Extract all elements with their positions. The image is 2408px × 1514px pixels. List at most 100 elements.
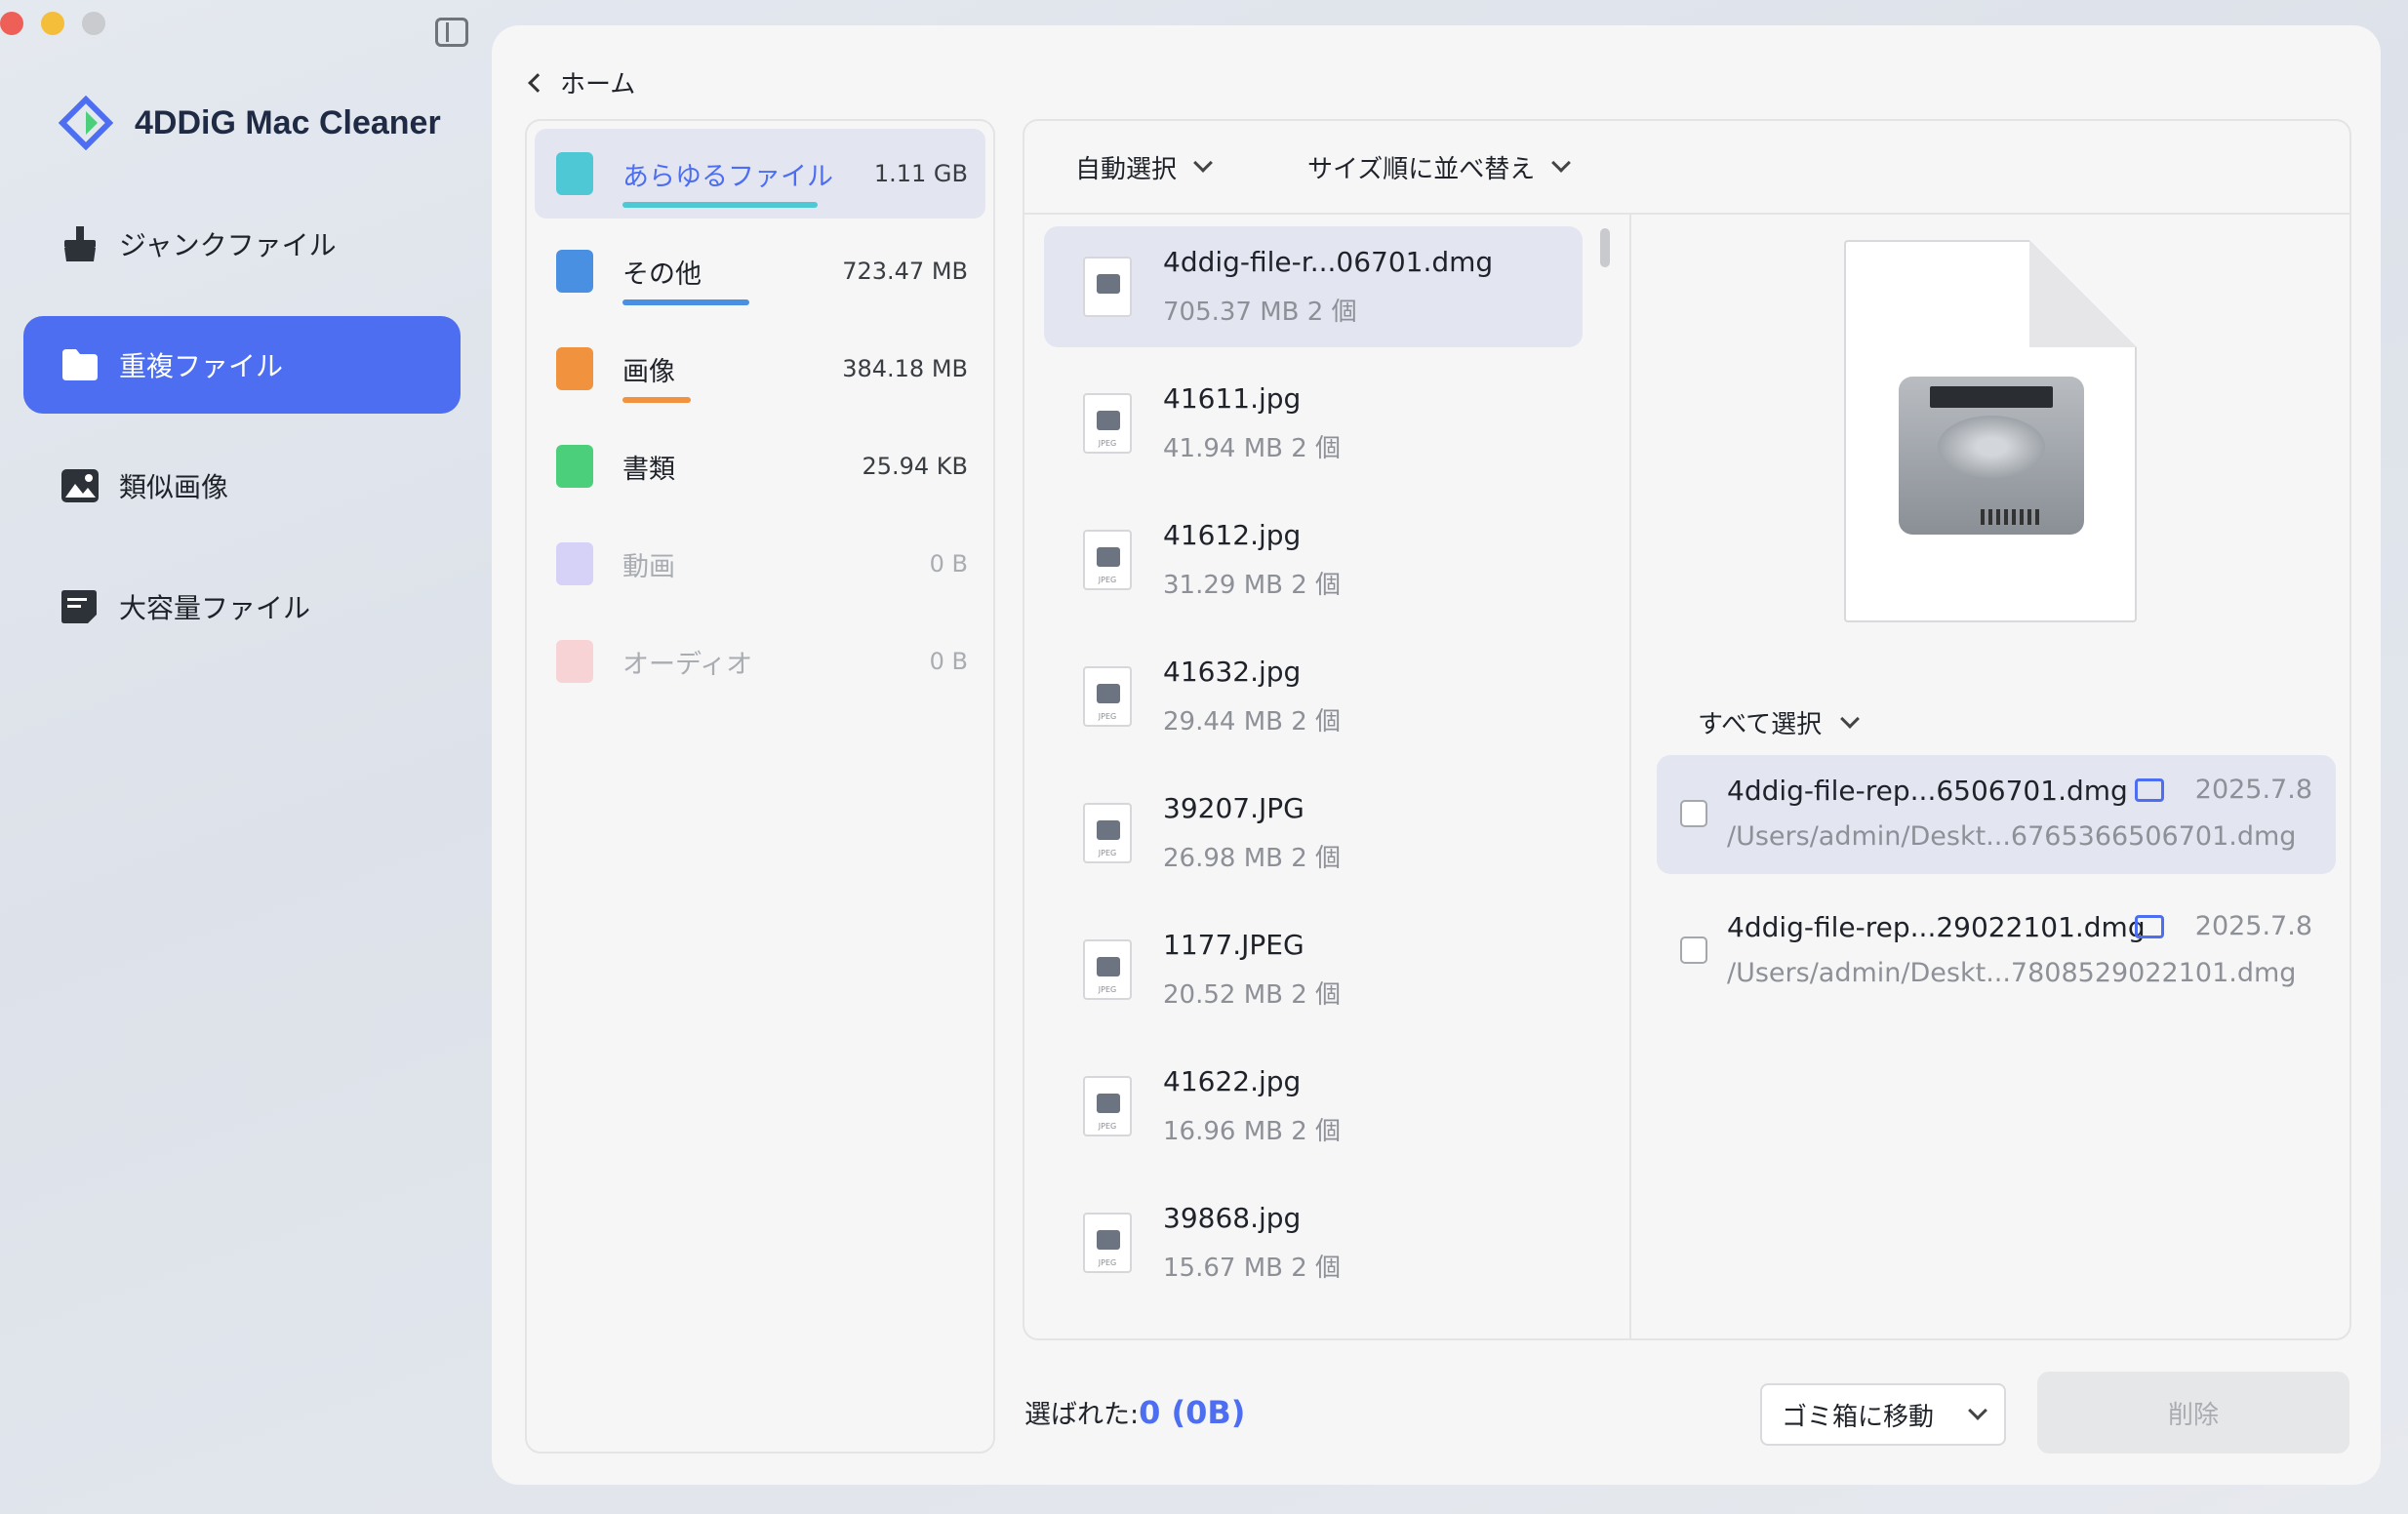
jpeg-file-icon [1083,1213,1132,1273]
jpeg-file-icon [1083,393,1132,454]
file-name: 41612.jpg [1163,519,1302,551]
file-meta: 26.98 MB 2 個 [1163,844,1342,873]
image-category-icon [556,347,593,390]
category-item-images[interactable]: 画像 384.18 MB [535,324,985,414]
sidebar-item-junk-files[interactable]: ジャンクファイル [23,195,461,293]
sidebar-item-label: 重複ファイル [119,350,284,382]
duplicate-checkbox[interactable] [1680,936,1707,964]
category-name: あらゆるファイル [622,155,874,208]
disk-image-icon [1899,377,2084,535]
sidebar-item-label: 大容量ファイル [119,592,311,624]
file-name: 39868.jpg [1163,1202,1302,1234]
chevron-down-icon [1551,153,1572,173]
file-meta: 29.44 MB 2 個 [1163,707,1342,737]
list-item[interactable]: 39868.jpg 15.67 MB 2 個 [1044,1182,1583,1303]
list-item[interactable]: 39207.JPG 26.98 MB 2 個 [1044,773,1583,894]
category-progress-bar [622,201,818,208]
dmg-file-icon [1083,257,1132,317]
open-folder-icon[interactable] [2135,915,2164,938]
auto-select-dropdown[interactable]: 自動選択 [1075,149,1213,185]
duplicate-checkbox[interactable] [1680,800,1707,827]
jpeg-file-icon [1083,803,1132,863]
sidebar-item-label: ジャンクファイル [119,229,337,261]
file-meta: 41.94 MB 2 個 [1163,434,1342,463]
category-size: 384.18 MB [842,355,968,382]
broom-icon [64,226,96,261]
jpeg-file-icon [1083,530,1132,590]
category-panel: あらゆるファイル 1.11 GB その他 723.47 MB 画像 384.18… [525,119,995,1454]
back-label: ホーム [560,70,636,100]
video-category-icon [556,542,593,585]
duplicate-name: 4ddig-file-rep...29022101.dmg [1727,911,2146,943]
all-files-icon [556,152,593,195]
category-item-audio[interactable]: オーディオ 0 B [535,617,985,706]
jpeg-file-icon [1083,666,1132,727]
image-icon [61,469,99,502]
list-item[interactable]: 41611.jpg 41.94 MB 2 個 [1044,363,1583,484]
duplicate-item[interactable]: 4ddig-file-rep...29022101.dmg 2025.7.8 /… [1657,892,2336,1011]
duplicate-name: 4ddig-file-rep...6506701.dmg [1727,775,2128,807]
page-fold [2029,240,2137,347]
document-icon [61,590,97,623]
file-name: 1177.JPEG [1163,929,1304,961]
sidebar-toggle-icon[interactable] [435,18,468,47]
category-progress-bar [622,299,749,305]
duplicate-item[interactable]: 4ddig-file-rep...6506701.dmg 2025.7.8 /U… [1657,755,2336,874]
maximize-window-button[interactable] [82,12,105,35]
file-list-scrollbar[interactable] [1600,228,1610,267]
delete-button[interactable]: 削除 [2037,1372,2349,1454]
category-item-documents[interactable]: 書類 25.94 KB [535,421,985,511]
app-logo-icon [59,96,113,150]
category-item-all[interactable]: あらゆるファイル 1.11 GB [535,129,985,219]
category-name: 動画 [622,551,675,582]
trash-option-dropdown[interactable]: ゴミ箱に移動 [1760,1383,2006,1446]
category-item-other[interactable]: その他 723.47 MB [535,226,985,316]
document-category-icon [556,445,593,488]
category-name: 書類 [622,454,675,485]
file-meta: 20.52 MB 2 個 [1163,980,1342,1010]
sidebar-item-duplicate-files[interactable]: 重複ファイル [23,316,461,414]
list-item[interactable]: 1177.JPEG 20.52 MB 2 個 [1044,909,1583,1030]
file-name: 41611.jpg [1163,382,1302,415]
sort-dropdown[interactable]: サイズ順に並べ替え [1307,149,1572,185]
open-folder-icon[interactable] [2135,778,2164,802]
sidebar-item-similar-images[interactable]: 類似画像 [23,437,461,535]
file-panel: 自動選択 サイズ順に並べ替え 4ddig-file-r...06701.dmg … [1023,119,2351,1340]
app-brand: 4DDiG Mac Cleaner [59,96,441,150]
file-name: 41632.jpg [1163,656,1302,688]
list-item[interactable]: 41632.jpg 29.44 MB 2 個 [1044,636,1583,757]
close-window-button[interactable] [0,12,23,35]
file-name: 39207.JPG [1163,792,1304,824]
jpeg-file-icon [1083,1076,1132,1136]
category-size: 723.47 MB [842,258,968,285]
chevron-down-icon [1840,708,1861,729]
duplicate-path: /Users/admin/Deskt...6765366506701.dmg [1727,821,2297,852]
sidebar-nav: ジャンクファイル 重複ファイル 類似画像 大容量ファイル [23,195,461,679]
selected-summary: 選ばれた: 0 (0B) [1024,1393,1245,1431]
minimize-window-button[interactable] [41,12,64,35]
category-size: 25.94 KB [862,453,968,480]
list-item[interactable]: 41622.jpg 16.96 MB 2 個 [1044,1046,1583,1167]
category-size: 0 B [929,550,968,578]
main-panel: ホーム あらゆるファイル 1.11 GB その他 723.47 MB 画像 38… [492,25,2381,1485]
sidebar-item-large-files[interactable]: 大容量ファイル [23,558,461,656]
category-size: 1.11 GB [873,160,968,187]
list-item[interactable]: 41612.jpg 31.29 MB 2 個 [1044,499,1583,620]
file-meta: 15.67 MB 2 個 [1163,1254,1342,1283]
sidebar-item-label: 類似画像 [119,471,229,503]
file-name: 4ddig-file-r...06701.dmg [1163,246,1494,278]
select-all-dropdown[interactable]: すべて選択 [1698,704,1861,740]
file-preview [1844,240,2137,622]
file-name: 41622.jpg [1163,1065,1302,1097]
file-meta: 705.37 MB 2 個 [1163,298,1357,327]
jpeg-file-icon [1083,939,1132,1000]
audio-category-icon [556,640,593,683]
back-home-link[interactable]: ホーム [528,64,636,100]
duplicate-date: 2025.7.8 [2194,911,2312,941]
category-name: その他 [622,253,842,305]
category-progress-bar [622,396,691,403]
list-item[interactable]: 4ddig-file-r...06701.dmg 705.37 MB 2 個 [1044,226,1583,347]
category-item-videos[interactable]: 動画 0 B [535,519,985,609]
app-name: 4DDiG Mac Cleaner [135,103,441,141]
panel-divider [1629,215,1631,1338]
